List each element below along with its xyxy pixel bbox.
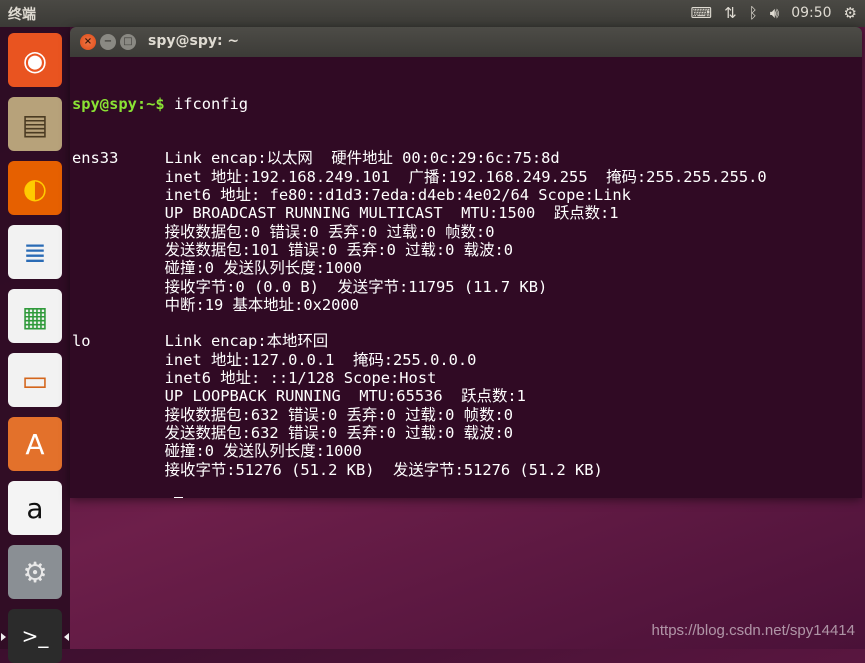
window-title: spy@spy: ~ [148, 33, 240, 49]
close-button[interactable]: × [80, 34, 96, 50]
output-line: 发送数据包:101 错误:0 丢弃:0 过载:0 载波:0 [72, 240, 513, 259]
window-titlebar[interactable]: × − □ spy@spy: ~ [70, 27, 862, 57]
output-line: UP BROADCAST RUNNING MULTICAST MTU:1500 … [72, 204, 619, 223]
launcher-item[interactable]: a [8, 481, 62, 535]
launcher-item[interactable]: ▦ [8, 289, 62, 343]
output-line: inet 地址:192.168.249.101 广播:192.168.249.2… [72, 167, 767, 186]
files-icon: ▤ [21, 107, 49, 141]
output-line: 接收数据包:0 错误:0 丢弃:0 过载:0 帧数:0 [72, 222, 495, 241]
launcher-item[interactable]: ◐ [8, 161, 62, 215]
launcher-item[interactable]: ▤ [8, 97, 62, 151]
ubuntu-dash-icon: ◉ [22, 43, 48, 77]
launcher-item[interactable]: >_ [1, 609, 69, 663]
libreoffice-impress-icon: ▭ [21, 363, 49, 397]
prompt: spy@spy:~$ [72, 497, 165, 498]
output-line: 中断:19 基本地址:0x2000 [72, 295, 359, 314]
text-cursor [173, 497, 183, 498]
output-line: inet6 地址: fe80::d1d3:7eda:d4eb:4e02/64 S… [72, 186, 631, 205]
bluetooth-icon[interactable]: ᛒ [749, 3, 758, 23]
libreoffice-calc-icon: ▦ [21, 299, 49, 333]
output-line: 接收字节:51276 (51.2 KB) 发送字节:51276 (51.2 KB… [72, 460, 603, 479]
output-line: 碰撞:0 发送队列长度:1000 [72, 259, 362, 278]
final-prompt-line: spy@spy:~$ [72, 497, 860, 498]
indicator-area: ⌨ ⇅ ᛒ 🔊︎ 09:50 ⚙ [690, 3, 857, 23]
output-line: 碰撞:0 发送队列长度:1000 [72, 442, 362, 461]
maximize-button[interactable]: □ [120, 34, 136, 50]
running-indicator [64, 633, 69, 641]
amazon-icon: a [26, 491, 44, 525]
terminal-output[interactable]: spy@spy:~$ ifconfig ens33 Link encap:以太网… [70, 57, 862, 498]
minimize-button[interactable]: − [100, 34, 116, 50]
active-app-title: 终端 [8, 7, 36, 23]
launcher: ◉ ▤ ◐ ≣ ▦ ▭ Aa ⚙ >_ [0, 27, 70, 663]
network-icon[interactable]: ⇅ [724, 3, 737, 23]
gear-icon[interactable]: ⚙ [844, 3, 857, 23]
command-line: spy@spy:~$ ifconfig [72, 95, 860, 113]
libreoffice-writer-icon: ≣ [23, 235, 47, 269]
output-line: ens33 Link encap:以太网 硬件地址 00:0c:29:6c:75… [72, 149, 560, 168]
firefox-icon: ◐ [22, 171, 48, 205]
prompt: spy@spy:~$ [72, 94, 165, 113]
watermark: https://blog.csdn.net/spy14414 [651, 622, 855, 639]
output-line: inet 地址:127.0.0.1 掩码:255.0.0.0 [72, 350, 477, 369]
output-line: 接收数据包:632 错误:0 丢弃:0 过载:0 帧数:0 [72, 405, 513, 424]
output-line: inet6 地址: ::1/128 Scope:Host [72, 369, 437, 388]
output-line: lo Link encap:本地环回 [72, 332, 329, 351]
volume-icon[interactable]: 🔊︎ [770, 3, 779, 23]
output-line: 发送数据包:632 错误:0 丢弃:0 过载:0 载波:0 [72, 423, 513, 442]
launcher-item[interactable]: ≣ [8, 225, 62, 279]
terminal-window[interactable]: × − □ spy@spy: ~ spy@spy:~$ ifconfig ens… [70, 27, 862, 498]
launcher-item[interactable]: ▭ [8, 353, 62, 407]
clock[interactable]: 09:50 [791, 3, 831, 23]
focused-indicator [1, 633, 6, 641]
output-line: UP LOOPBACK RUNNING MTU:65536 跃点数:1 [72, 387, 526, 406]
terminal-icon: >_ [21, 624, 49, 648]
output-line: 接收字节:0 (0.0 B) 发送字节:11795 (11.7 KB) [72, 277, 548, 296]
top-panel: 终端 ⌨ ⇅ ᛒ 🔊︎ 09:50 ⚙ [0, 0, 865, 27]
launcher-item[interactable]: A [8, 417, 62, 471]
launcher-item[interactable]: ◉ [8, 33, 62, 87]
software-center-icon: A [25, 427, 45, 461]
launcher-item[interactable]: ⚙ [8, 545, 62, 599]
command-text: ifconfig [164, 94, 249, 113]
keyboard-icon[interactable]: ⌨ [690, 3, 712, 23]
system-settings-icon: ⚙ [22, 555, 48, 589]
